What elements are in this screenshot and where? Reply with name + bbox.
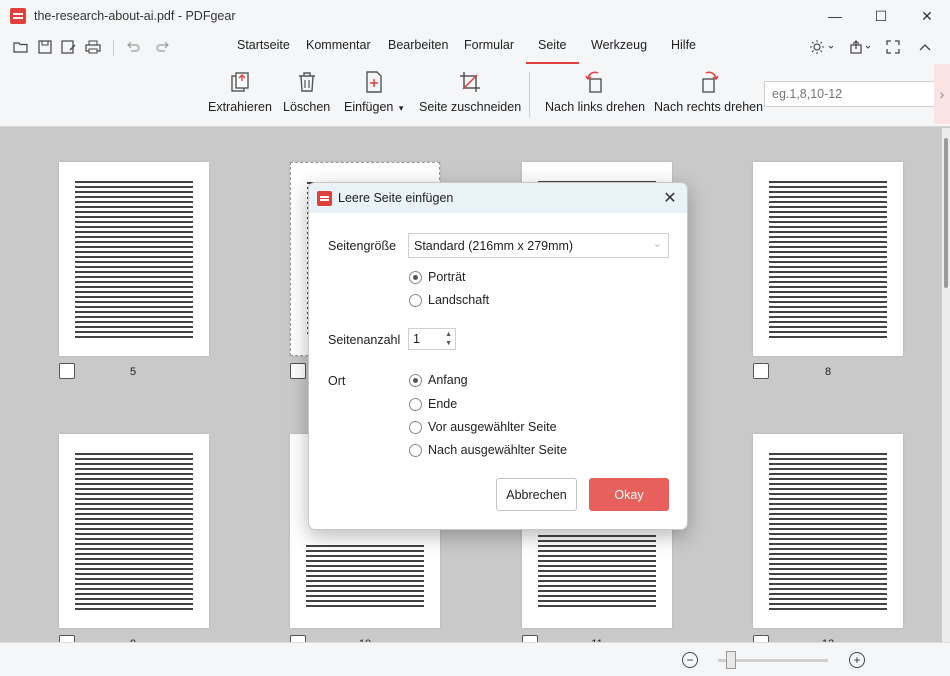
dialog-header: Leere Seite einfügen ✕	[309, 183, 687, 213]
page-size-label: Seitengröße	[328, 239, 397, 253]
page-text-lines	[75, 180, 193, 338]
page-count-value: 1	[413, 332, 420, 346]
undo-icon[interactable]	[124, 38, 142, 56]
dialog-title: Leere Seite einfügen	[338, 191, 454, 205]
minimize-icon[interactable]: —	[812, 0, 858, 32]
page-size-select[interactable]: Standard (216mm x 279mm) ⌄	[408, 233, 669, 258]
tab-kommentar[interactable]: Kommentar	[306, 38, 371, 58]
rotate-right-icon	[701, 71, 719, 93]
rotate-right-button[interactable]: Nach rechts drehen	[654, 70, 763, 114]
tab-bearbeiten[interactable]: Bearbeiten	[388, 38, 448, 58]
tab-startseite[interactable]: Startseite	[237, 38, 290, 58]
tab-hilfe[interactable]: Hilfe	[671, 38, 696, 58]
radio-dot	[409, 397, 422, 411]
page-checkbox[interactable]	[59, 635, 75, 642]
fullscreen-icon[interactable]	[884, 38, 902, 56]
page-count-label: Seitenanzahl	[328, 333, 401, 347]
page-text-lines	[769, 180, 887, 338]
ribbon: Startseite Kommentar Bearbeiten Formular…	[0, 32, 950, 127]
cancel-button[interactable]: Abbrechen	[496, 478, 577, 511]
radio-dot	[409, 420, 422, 434]
page-checkbox[interactable]	[290, 363, 306, 379]
share-icon[interactable]	[850, 38, 872, 56]
tab-seite[interactable]: Seite	[526, 38, 578, 64]
extract-button[interactable]: Extrahieren	[208, 70, 272, 114]
radio-dot	[409, 270, 422, 284]
crop-icon	[460, 72, 481, 92]
page-size-value: Standard (216mm x 279mm)	[414, 239, 574, 253]
print-icon[interactable]	[84, 38, 102, 56]
page-thumbnail[interactable]	[753, 162, 903, 356]
page-text-lines	[538, 534, 656, 610]
crop-page-button[interactable]: Seite zuschneiden	[419, 70, 521, 114]
location-start-radio[interactable]: Anfang	[409, 373, 468, 387]
page-number: 8	[824, 366, 832, 378]
page-range-input[interactable]	[764, 81, 936, 107]
orientation-landscape-radio[interactable]: Landschaft	[409, 293, 489, 307]
radio-dot	[409, 443, 422, 457]
theme-sun-icon[interactable]	[808, 38, 836, 56]
rotate-left-button[interactable]: Nach links drehen	[545, 70, 645, 114]
okay-button[interactable]: Okay	[589, 478, 669, 511]
ribbon-divider	[529, 72, 530, 118]
location-after-selected-radio[interactable]: Nach ausgewählter Seite	[409, 443, 567, 457]
page-thumbnail[interactable]	[59, 434, 209, 628]
page-thumbnail[interactable]	[753, 434, 903, 628]
trash-icon	[298, 72, 315, 92]
open-folder-icon[interactable]	[12, 38, 30, 56]
vertical-scrollbar[interactable]	[942, 128, 950, 642]
extract-icon	[231, 72, 249, 92]
rotate-left-icon	[585, 71, 602, 93]
maximize-icon[interactable]: ☐	[858, 0, 904, 32]
close-icon[interactable]: ✕	[659, 187, 681, 209]
tab-werkzeug[interactable]: Werkzeug	[591, 38, 647, 58]
location-end-radio[interactable]: Ende	[409, 397, 457, 411]
pdfgear-logo-icon	[317, 190, 332, 206]
title-bar: the-research-about-ai.pdf - PDFgear — ☐ …	[0, 0, 950, 32]
orientation-portrait-radio[interactable]: Porträt	[409, 270, 466, 284]
zoom-slider-handle[interactable]	[726, 651, 736, 669]
page-checkbox[interactable]	[290, 635, 306, 642]
save-icon[interactable]	[36, 38, 54, 56]
chevron-down-icon: ⌄	[652, 238, 662, 250]
zoom-out-icon[interactable]: −	[682, 652, 698, 668]
status-bar: − +	[0, 642, 950, 676]
scrollbar-thumb[interactable]	[944, 138, 948, 288]
zoom-in-icon[interactable]: +	[849, 652, 865, 668]
page-checkbox[interactable]	[522, 635, 538, 642]
collapse-ribbon-icon[interactable]	[916, 38, 934, 56]
page-text-lines	[306, 544, 424, 610]
insert-button[interactable]: Einfügen ▾	[344, 70, 403, 114]
page-text-lines	[75, 452, 193, 610]
stepper-arrows-icon[interactable]: ▲ ▼	[445, 330, 452, 348]
radio-dot	[409, 293, 422, 307]
page-thumbnail[interactable]	[59, 162, 209, 356]
divider	[113, 40, 114, 56]
page-text-lines	[769, 452, 887, 610]
delete-button[interactable]: Löschen	[283, 70, 330, 114]
location-label: Ort	[328, 374, 346, 388]
page-count-stepper[interactable]: 1 ▲ ▼	[408, 328, 456, 350]
insert-blank-page-dialog: Leere Seite einfügen ✕ Seitengröße Stand…	[308, 182, 688, 530]
pdfgear-logo-icon	[10, 8, 26, 24]
close-icon[interactable]: ✕	[904, 0, 950, 32]
location-before-selected-radio[interactable]: Vor ausgewählter Seite	[409, 420, 557, 434]
redo-icon[interactable]	[154, 38, 172, 56]
page-checkbox[interactable]	[753, 363, 769, 379]
radio-dot	[409, 373, 422, 387]
ribbon-scroll-right-icon[interactable]: ›	[934, 64, 950, 124]
window-title: the-research-about-ai.pdf - PDFgear	[34, 9, 236, 23]
save-as-icon[interactable]	[60, 38, 78, 56]
page-checkbox[interactable]	[753, 635, 769, 642]
chevron-down-icon: ▾	[398, 103, 404, 113]
insert-page-icon	[365, 71, 382, 93]
page-checkbox[interactable]	[59, 363, 75, 379]
tab-formular[interactable]: Formular	[464, 38, 514, 58]
page-number: 5	[129, 366, 137, 378]
